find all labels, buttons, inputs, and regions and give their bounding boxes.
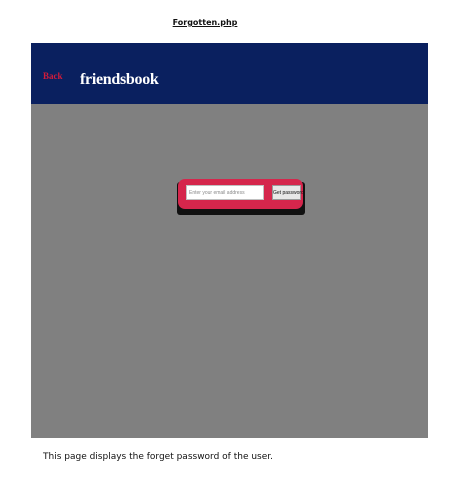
email-input[interactable] — [186, 185, 264, 200]
forgot-password-panel: Get password — [178, 179, 304, 209]
document-title: Forgotten.php — [172, 18, 238, 27]
app-screenshot-frame: Back friendsbook Get password — [31, 43, 428, 438]
back-link[interactable]: Back — [43, 71, 63, 81]
app-logo: friendsbook — [80, 71, 159, 88]
header-bar: Back friendsbook — [31, 43, 428, 104]
figure-caption: This page displays the forget password o… — [43, 452, 274, 462]
get-password-button[interactable]: Get password — [272, 185, 304, 200]
